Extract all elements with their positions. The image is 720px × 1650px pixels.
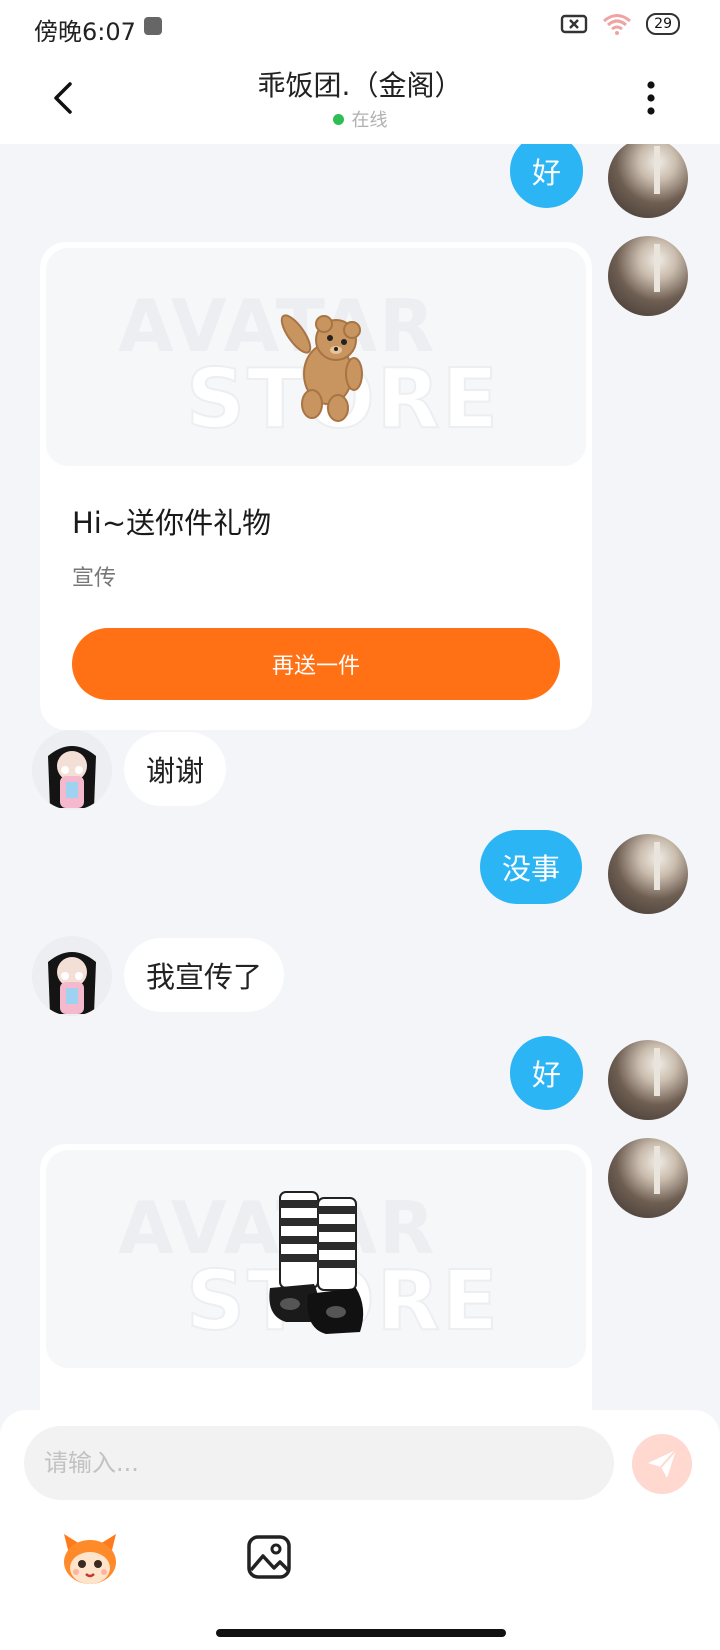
status-bar: 傍晚6:07 29 — [0, 0, 720, 54]
home-indicator[interactable] — [216, 1629, 506, 1637]
gift-card-image: AVATAR STORE — [46, 248, 586, 466]
message-bubble-other[interactable]: 我宣传了 — [124, 938, 285, 1012]
gift-card-image: AVATAR STORE — [46, 1150, 586, 1368]
message-bubble-self[interactable]: 好 — [510, 1036, 584, 1110]
more-options-icon[interactable] — [646, 80, 656, 116]
message-bubble-self[interactable]: 好 — [510, 144, 584, 208]
battery-icon: 29 — [646, 13, 680, 35]
gift-card-title: Hi~送你件礼物 — [72, 506, 272, 540]
wifi-icon — [603, 14, 632, 35]
gift-card-subtitle: 宣传 — [72, 566, 117, 591]
self-avatar[interactable] — [608, 236, 688, 316]
contact-name: 乖饭团.（金阁） — [257, 69, 463, 102]
message-bubble-self[interactable]: 没事 — [480, 830, 583, 904]
self-avatar[interactable] — [608, 834, 688, 914]
online-dot-icon — [332, 113, 344, 125]
striped-boots-icon — [269, 1191, 364, 1334]
contact-avatar[interactable] — [32, 936, 112, 1016]
message-input[interactable] — [24, 1426, 614, 1500]
image-icon[interactable] — [246, 1534, 292, 1580]
online-status-text: 在线 — [351, 110, 388, 131]
send-again-button[interactable]: 再送一件 — [72, 628, 560, 700]
no-sim-icon — [560, 14, 588, 34]
self-avatar[interactable] — [608, 144, 688, 218]
status-icons: 29 — [560, 12, 680, 36]
composer — [0, 1410, 720, 1650]
send-button[interactable] — [632, 1434, 692, 1494]
self-avatar[interactable] — [608, 1040, 688, 1120]
paper-plane-icon — [648, 1449, 677, 1478]
gift-card[interactable]: AVATAR STORE — [40, 1144, 592, 1410]
gift-card[interactable]: AVATAR STORE Hi~送你件礼物 宣传 — [40, 242, 592, 730]
chat-header: 乖饭团.（金阁） 在线 — [0, 54, 720, 144]
contact-avatar[interactable] — [32, 730, 112, 810]
contact-avatar-image — [32, 936, 112, 1016]
self-avatar[interactable] — [608, 1138, 688, 1218]
message-list[interactable]: 好 AVATAR STORE — [0, 144, 720, 1410]
emoji-mascot-icon[interactable] — [60, 1532, 120, 1588]
message-bubble-other[interactable]: 谢谢 — [124, 732, 227, 806]
online-status: 在线 — [0, 106, 720, 132]
status-time: 傍晚6:07 — [34, 18, 136, 46]
app-notification-icon — [144, 17, 162, 35]
teddy-bear-icon — [280, 314, 363, 422]
contact-avatar-image — [32, 730, 112, 810]
